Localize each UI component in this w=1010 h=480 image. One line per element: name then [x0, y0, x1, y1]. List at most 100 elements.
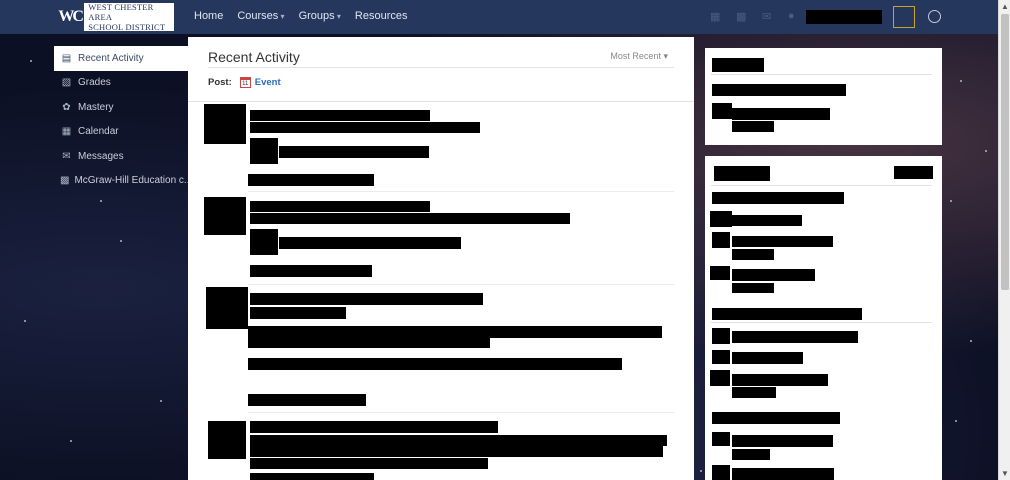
user-avatar-button[interactable]: [893, 6, 915, 28]
scroll-down-arrow-icon[interactable]: ▼: [1001, 469, 1009, 478]
left-sidebar: ▤ Recent Activity ▧ Grades ✿ Mastery ▦ C…: [54, 46, 190, 193]
widget-title-redacted: [712, 58, 764, 72]
sidebar-item-label: Grades: [78, 77, 111, 89]
story-meta-redacted: [250, 473, 374, 480]
story-attachment-icon-redacted[interactable]: [250, 138, 278, 164]
widget-item-redacted[interactable]: [732, 374, 828, 386]
widget-item-redacted[interactable]: [732, 269, 815, 281]
sidebar-item-calendar[interactable]: ▦ Calendar: [54, 120, 190, 145]
nav-resources[interactable]: Resources: [355, 10, 408, 22]
scrollbar-thumb[interactable]: [1001, 14, 1009, 290]
widget-item-redacted[interactable]: [732, 236, 833, 247]
sidebar-item-grades[interactable]: ▧ Grades: [54, 71, 190, 96]
story-body-redacted: [250, 435, 667, 446]
sidebar-item-label: Calendar: [78, 126, 119, 138]
logo-mark: WC: [56, 3, 85, 31]
widget-item-icon-redacted: [712, 465, 730, 480]
scroll-up-arrow-icon[interactable]: ▲: [1001, 2, 1009, 11]
story-author-redacted[interactable]: [250, 201, 430, 212]
post-bar: Post: 11 Event: [208, 77, 281, 88]
nav-courses[interactable]: Courses: [237, 10, 284, 22]
right-widget-upcoming: [705, 48, 942, 145]
sidebar-item-mastery[interactable]: ✿ Mastery: [54, 95, 190, 120]
story-author-redacted[interactable]: [250, 421, 498, 433]
story-meta-redacted: [248, 394, 366, 406]
logo-line-2: SCHOOL DISTRICT: [88, 22, 166, 32]
story-text-redacted: [250, 307, 346, 319]
district-logo[interactable]: WC WEST CHESTER AREA SCHOOL DISTRICT: [56, 2, 174, 32]
story-body-redacted: [250, 446, 663, 457]
nav-home[interactable]: Home: [194, 10, 223, 22]
user-name-redacted[interactable]: [806, 10, 882, 24]
widget-item-meta-redacted: [732, 283, 774, 293]
chevron-down-icon: ▾: [663, 51, 668, 61]
right-widget-list: [705, 156, 942, 480]
app-icon: ▩: [60, 175, 70, 187]
sort-dropdown[interactable]: Most Recent ▾: [610, 51, 668, 62]
activity-icon: ▤: [61, 52, 72, 64]
divider: [248, 191, 674, 192]
story-avatar-redacted[interactable]: [206, 287, 248, 329]
divider: [248, 284, 674, 285]
widget-item-redacted[interactable]: [732, 468, 834, 480]
widget-item-redacted[interactable]: [732, 331, 858, 343]
widget-item-meta-redacted: [732, 121, 774, 132]
inbox-icon[interactable]: ✉: [762, 10, 776, 24]
nav-groups[interactable]: Groups: [299, 10, 341, 22]
story-attachment-icon-redacted[interactable]: [250, 229, 278, 255]
calendar-icon[interactable]: ▦: [710, 10, 724, 24]
widget-item-icon-redacted: [710, 266, 730, 280]
logo-text: WEST CHESTER AREA SCHOOL DISTRICT: [84, 2, 174, 32]
sidebar-item-messages[interactable]: ✉ Messages: [54, 144, 190, 169]
story-body-redacted: [250, 458, 488, 469]
divider: [188, 101, 694, 102]
sort-dropdown-label: Most Recent: [610, 51, 661, 61]
widget-item-icon-redacted: [710, 370, 730, 386]
story-body-redacted: [248, 336, 490, 348]
story-avatar-redacted[interactable]: [208, 421, 246, 459]
sidebar-item-label: Messages: [78, 150, 124, 162]
main-nav: Home Courses Groups Resources: [194, 10, 421, 22]
story-meta-redacted: [248, 174, 374, 186]
widget-item-redacted[interactable]: [732, 352, 803, 364]
sidebar-item-label: Mastery: [78, 101, 114, 113]
event-calendar-icon: 11: [239, 77, 251, 88]
top-navigation-bar: WC WEST CHESTER AREA SCHOOL DISTRICT Hom…: [0, 0, 998, 34]
divider: [711, 322, 932, 323]
divider: [208, 67, 674, 68]
story-author-redacted[interactable]: [250, 293, 483, 305]
post-event-link[interactable]: Event: [255, 77, 281, 88]
widget-title-redacted: [714, 166, 770, 181]
page-scrollbar[interactable]: ▲ ▼: [998, 0, 1010, 480]
widget-item-icon-redacted: [712, 232, 730, 248]
story-attachment-redacted[interactable]: [279, 237, 461, 249]
sidebar-item-recent-activity[interactable]: ▤ Recent Activity: [54, 46, 190, 71]
grid-icon[interactable]: ▩: [736, 10, 750, 24]
widget-item-redacted[interactable]: [732, 435, 833, 447]
widget-item-icon-redacted: [712, 328, 730, 344]
sidebar-item-label: McGraw-Hill Education c...: [74, 175, 190, 187]
divider: [248, 412, 674, 413]
widget-item-redacted[interactable]: [732, 108, 830, 120]
mastery-icon: ✿: [62, 101, 71, 113]
story-avatar-redacted[interactable]: [204, 197, 246, 235]
widget-item-meta-redacted: [732, 249, 774, 260]
widget-item-icon-redacted: [712, 350, 730, 364]
notifications-icon[interactable]: ●: [788, 10, 802, 24]
help-icon[interactable]: [928, 10, 941, 23]
calendar-icon: ▦: [61, 126, 72, 138]
activity-feed: Recent Activity Most Recent ▾ Post: 11 E…: [188, 37, 694, 480]
widget-item-redacted[interactable]: [732, 215, 802, 226]
widget-item-icon-redacted: [710, 211, 732, 227]
widget-heading-redacted: [712, 84, 846, 96]
widget-item-meta-redacted: [732, 449, 770, 460]
sidebar-item-mcgraw-hill[interactable]: ▩ McGraw-Hill Education c...: [54, 169, 190, 194]
story-meta-redacted: [250, 265, 372, 277]
story-author-redacted[interactable]: [250, 110, 430, 121]
widget-heading-redacted: [712, 308, 862, 320]
post-label: Post:: [208, 77, 232, 88]
widget-action-redacted[interactable]: [894, 166, 933, 179]
story-avatar-redacted[interactable]: [204, 104, 246, 144]
story-attachment-redacted[interactable]: [279, 146, 429, 158]
sidebar-item-label: Recent Activity: [78, 52, 144, 64]
